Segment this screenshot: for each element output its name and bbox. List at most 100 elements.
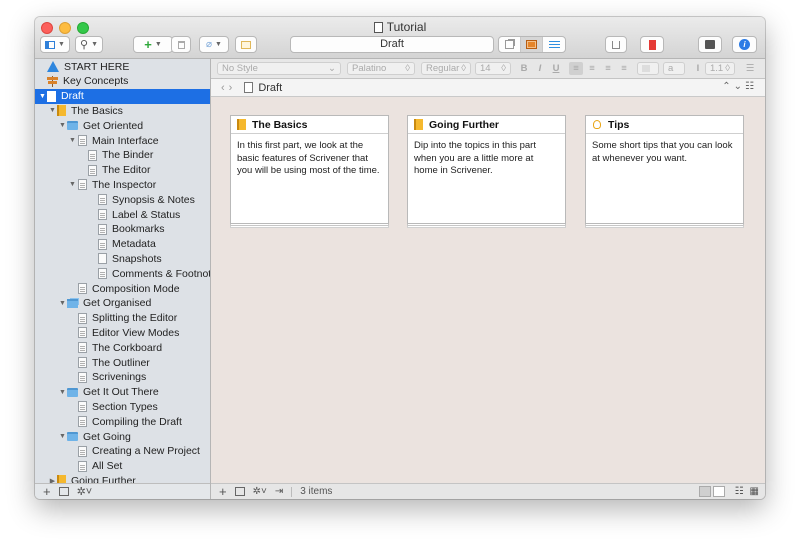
disclosure-triangle-icon[interactable]: ▼ — [58, 300, 67, 307]
binder-item[interactable]: All Set — [35, 459, 210, 474]
book-icon — [57, 475, 66, 483]
composition-mode-button[interactable] — [698, 36, 722, 53]
binder-item[interactable]: ▼ Get Oriented — [35, 118, 210, 133]
binder-item[interactable]: ▼ Get It Out There — [35, 385, 210, 400]
card-title-text: Tips — [608, 118, 630, 131]
add-folder-icon[interactable] — [58, 487, 69, 496]
binder-item[interactable]: Splitting the Editor — [35, 311, 210, 326]
line-spacing-select[interactable]: 1.1 ◊ — [705, 62, 735, 75]
binder-item[interactable]: Compiling the Draft — [35, 414, 210, 429]
card-title[interactable]: The Basics — [231, 116, 388, 134]
font-select[interactable]: Palatino ◊ — [347, 62, 415, 75]
disclosure-triangle-icon[interactable]: ▼ — [58, 122, 67, 129]
lightbulb-icon — [593, 120, 601, 129]
disclosure-triangle-icon[interactable]: ▼ — [58, 389, 67, 396]
bookmarks-button[interactable] — [640, 36, 664, 53]
card-synopsis[interactable]: Dip into the topics in this part when yo… — [408, 134, 565, 184]
binder-item[interactable]: The Binder — [35, 148, 210, 163]
binder-item[interactable]: Comments & Footnotes — [35, 266, 210, 281]
card-synopsis[interactable]: Some short tips that you can look at whe… — [586, 134, 743, 171]
binder-item[interactable]: ▼ Get Going — [35, 429, 210, 444]
quick-reference-button[interactable] — [235, 36, 257, 53]
align-justify-icon[interactable]: ≡ — [617, 62, 631, 75]
binder-item[interactable]: ▼ The Inspector — [35, 177, 210, 192]
binder-item[interactable]: Key Concepts — [35, 74, 210, 89]
binder-item[interactable]: Label & Status — [35, 207, 210, 222]
style-select[interactable]: No Style ⌄ — [217, 62, 341, 75]
gear-icon[interactable]: ✲˅ — [77, 485, 93, 498]
underline-button[interactable]: U — [549, 62, 563, 75]
index-card[interactable]: Going Further Dip into the topics in thi… — [407, 115, 566, 224]
font-size-select[interactable]: 14 ◊ — [475, 62, 511, 75]
italic-button[interactable]: I — [533, 62, 547, 75]
disclosure-triangle-icon[interactable]: ▼ — [38, 93, 47, 100]
move-icon[interactable]: ⇥ — [275, 486, 283, 497]
binder-item[interactable]: Synopsis & Notes — [35, 192, 210, 207]
back-forward-icons[interactable]: ‹› — [221, 82, 236, 94]
binder-item[interactable]: Section Types — [35, 399, 210, 414]
inspector-button[interactable]: i — [732, 36, 757, 53]
card-grid-icon[interactable] — [698, 486, 711, 497]
add-item-button[interactable]: + ▼ — [133, 36, 173, 53]
card-synopsis[interactable]: In this first part, we look at the basic… — [231, 134, 388, 184]
align-center-icon[interactable]: ≡ — [585, 62, 599, 75]
freeform-icon[interactable] — [712, 486, 725, 497]
add-folder-icon[interactable] — [234, 487, 245, 496]
disclosure-triangle-icon[interactable]: ▼ — [48, 107, 57, 114]
disclosure-triangle-icon[interactable]: ▼ — [58, 433, 67, 440]
line-spacing-icon: I — [696, 63, 700, 74]
binder-item-label: Get Oriented — [83, 119, 144, 132]
search-button[interactable]: ⚲ ▼ — [75, 36, 103, 53]
binder-item[interactable]: Metadata — [35, 237, 210, 252]
search-icon: ⚲ — [80, 39, 89, 51]
arrange-icon[interactable]: ☷ — [735, 486, 744, 497]
binder-item[interactable]: START HERE — [35, 59, 210, 74]
binder-item[interactable]: Creating a New Project — [35, 444, 210, 459]
share-button[interactable] — [605, 36, 627, 53]
highlight-button[interactable]: a — [663, 62, 685, 75]
binder-item[interactable]: ▶ Going Further — [35, 473, 210, 483]
label-color-button[interactable]: ⌀ ▼ — [199, 36, 229, 53]
index-card[interactable]: Tips Some short tips that you can look a… — [585, 115, 744, 224]
card-title[interactable]: Going Further — [408, 116, 565, 134]
document-icon — [88, 164, 97, 176]
binder-item[interactable]: Bookmarks — [35, 222, 210, 237]
document-icon — [78, 357, 87, 368]
binder-item[interactable]: The Outliner — [35, 355, 210, 370]
binder-item[interactable]: Composition Mode — [35, 281, 210, 296]
binder-item[interactable]: ▼ Get Organised — [35, 296, 210, 311]
binder-item-label: Key Concepts — [63, 75, 129, 88]
view-toggle-button[interactable]: ▼ — [40, 36, 70, 53]
editor-nav-icons[interactable]: ⌃⌄☷ — [722, 81, 757, 92]
scrivenings-icon — [505, 40, 514, 49]
gear-icon[interactable]: ✲˅ — [253, 486, 267, 497]
document-icon — [98, 209, 107, 220]
disclosure-triangle-icon[interactable]: ▼ — [68, 137, 77, 144]
binder-item[interactable]: ▼ Main Interface — [35, 133, 210, 148]
outliner-mode-button[interactable] — [543, 37, 565, 52]
binder-item[interactable]: ▼ Draft — [35, 88, 210, 104]
card-title[interactable]: Tips — [586, 116, 743, 134]
text-color-button[interactable] — [637, 62, 659, 75]
add-icon[interactable]: + — [43, 484, 51, 499]
list-icon[interactable]: ☰ — [741, 62, 759, 75]
binder-item[interactable]: Editor View Modes — [35, 325, 210, 340]
binder-item[interactable]: Scrivenings — [35, 370, 210, 385]
binder-item[interactable]: Snapshots — [35, 251, 210, 266]
scrivenings-mode-button[interactable] — [499, 37, 521, 52]
bold-button[interactable]: B — [517, 62, 531, 75]
index-card[interactable]: The Basics In this first part, we look a… — [230, 115, 389, 224]
add-icon[interactable]: + — [219, 484, 227, 499]
font-weight-select[interactable]: Regular ◊ — [421, 62, 471, 75]
grid-size-icon[interactable]: ▦ — [750, 486, 759, 497]
align-left-icon[interactable]: ≡ — [569, 62, 583, 75]
disclosure-triangle-icon[interactable]: ▼ — [68, 181, 77, 188]
binder-item[interactable]: The Corkboard — [35, 340, 210, 355]
draft-book-icon — [47, 90, 56, 102]
trash-button[interactable] — [171, 36, 191, 53]
binder-item[interactable]: The Editor — [35, 163, 210, 178]
align-right-icon[interactable]: ≡ — [601, 62, 615, 75]
corkboard-mode-button[interactable] — [521, 37, 543, 52]
binder-item[interactable]: ▼ The Basics — [35, 103, 210, 118]
document-title-field[interactable]: Draft — [290, 36, 494, 53]
